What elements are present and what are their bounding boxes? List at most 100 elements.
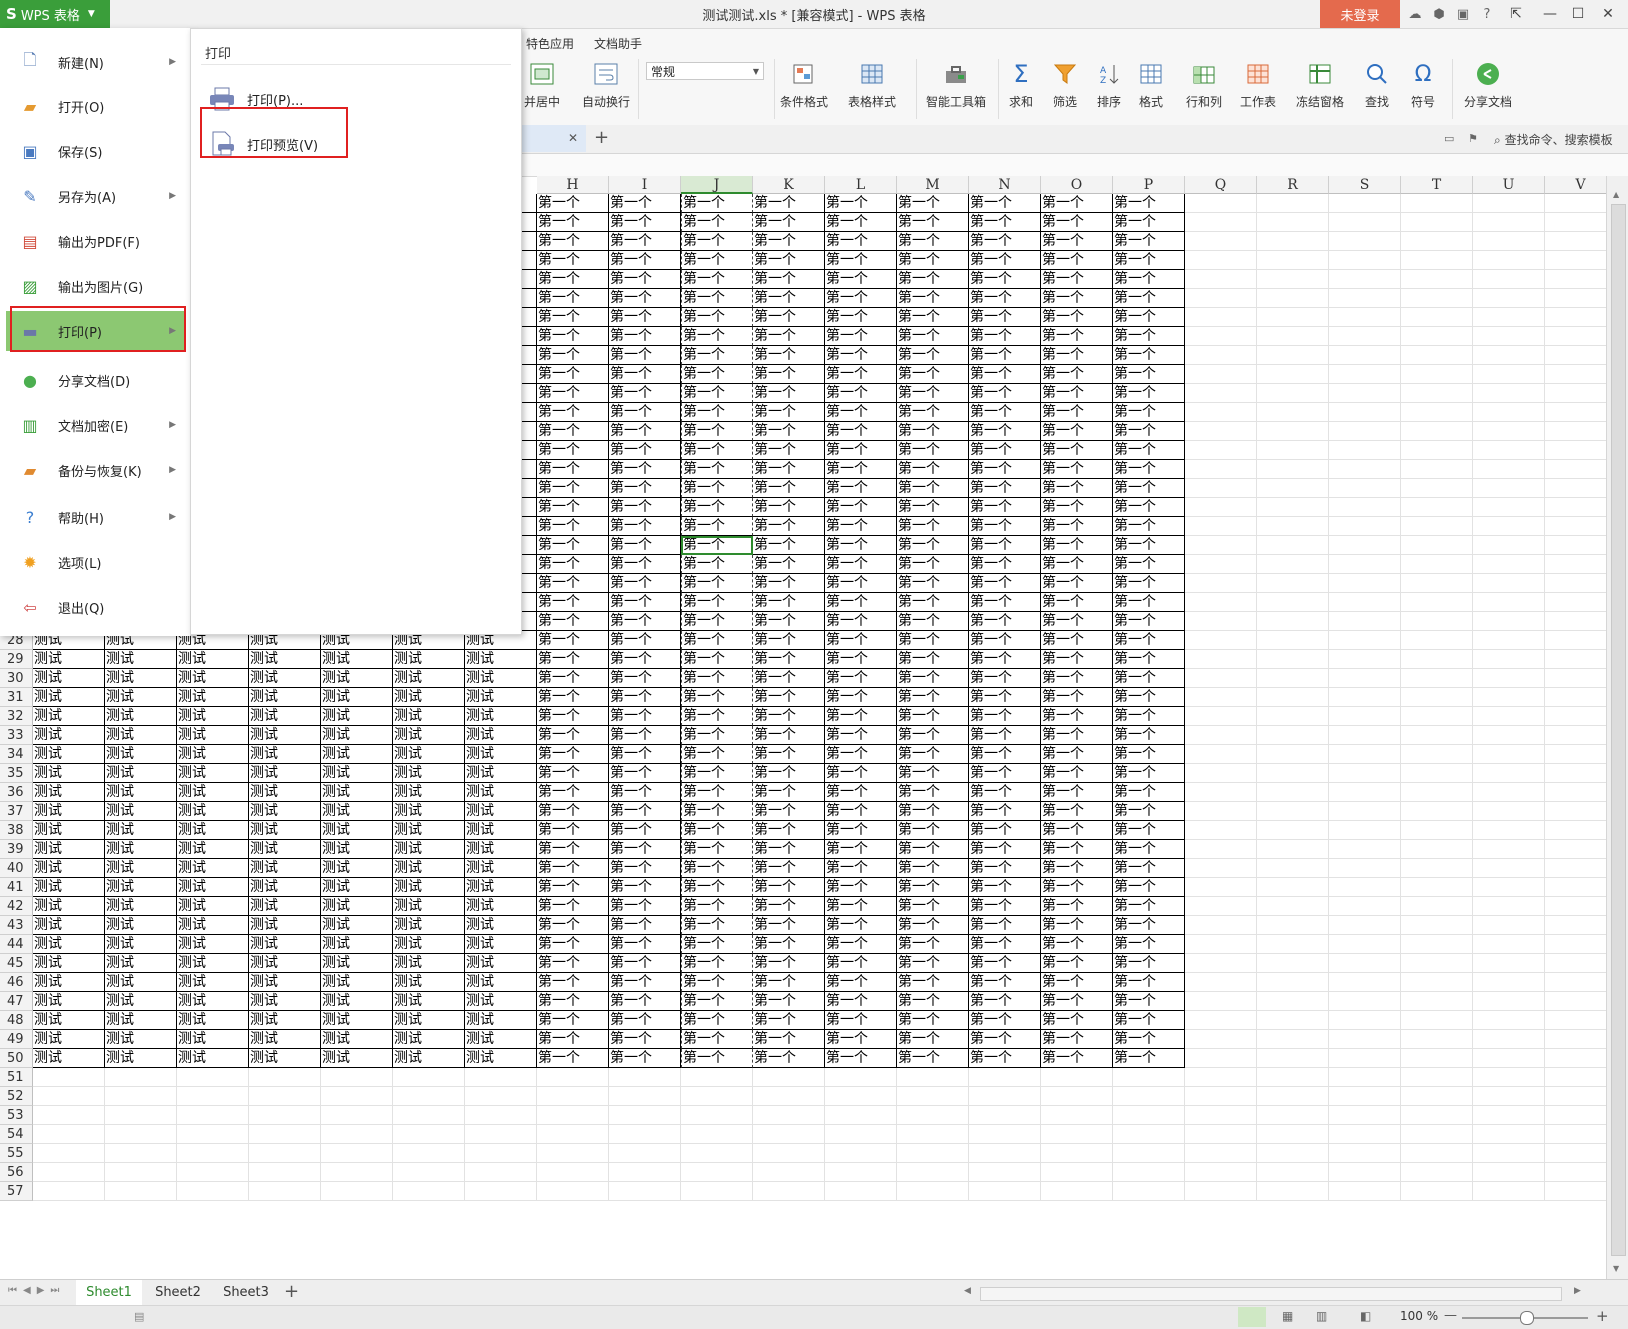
table-cell[interactable]: 第一个 xyxy=(753,840,825,859)
table-cell[interactable]: 测试 xyxy=(321,935,393,954)
table-cell[interactable]: 测试 xyxy=(321,916,393,935)
table-cell[interactable]: 第一个 xyxy=(753,555,825,574)
table-cell[interactable]: 第一个 xyxy=(825,441,897,460)
empty-cell[interactable] xyxy=(1257,935,1329,954)
table-cell[interactable]: 测试 xyxy=(393,992,465,1011)
empty-cell[interactable] xyxy=(1185,707,1257,726)
empty-cell[interactable] xyxy=(1329,707,1401,726)
empty-cell[interactable] xyxy=(1401,1068,1473,1087)
empty-cell[interactable] xyxy=(1185,213,1257,232)
empty-cell[interactable] xyxy=(1329,726,1401,745)
empty-cell[interactable] xyxy=(1473,821,1545,840)
table-cell[interactable]: 测试 xyxy=(249,916,321,935)
table-cell[interactable]: 测试 xyxy=(105,745,177,764)
table-cell[interactable]: 测试 xyxy=(465,1049,537,1068)
table-cell[interactable]: 测试 xyxy=(465,802,537,821)
empty-cell[interactable] xyxy=(1329,479,1401,498)
empty-cell[interactable] xyxy=(1473,859,1545,878)
table-cell[interactable]: 第一个 xyxy=(1041,536,1113,555)
table-cell[interactable]: 第一个 xyxy=(753,688,825,707)
table-cell[interactable]: 第一个 xyxy=(753,327,825,346)
empty-cell[interactable] xyxy=(1545,1182,1606,1201)
empty-cell[interactable] xyxy=(1329,688,1401,707)
table-cell[interactable]: 测试 xyxy=(105,650,177,669)
table-cell[interactable]: 测试 xyxy=(393,650,465,669)
table-cell[interactable]: 第一个 xyxy=(969,669,1041,688)
table-cell[interactable]: 第一个 xyxy=(1113,1049,1185,1068)
table-cell[interactable]: 第一个 xyxy=(681,821,753,840)
table-cell[interactable]: 第一个 xyxy=(969,935,1041,954)
table-cell[interactable]: 第一个 xyxy=(537,992,609,1011)
table-cell[interactable]: 第一个 xyxy=(537,897,609,916)
table-cell[interactable]: 第一个 xyxy=(537,574,609,593)
empty-cell[interactable] xyxy=(1545,403,1606,422)
empty-cell[interactable] xyxy=(609,1125,681,1144)
table-cell[interactable]: 第一个 xyxy=(1113,745,1185,764)
table-cell[interactable]: 测试 xyxy=(105,897,177,916)
table-cell[interactable]: 测试 xyxy=(105,688,177,707)
table-cell[interactable]: 测试 xyxy=(177,821,249,840)
table-cell[interactable]: 第一个 xyxy=(537,612,609,631)
empty-cell[interactable] xyxy=(1473,346,1545,365)
empty-cell[interactable] xyxy=(1545,1163,1606,1182)
tab-featured-apps[interactable]: 特色应用 xyxy=(526,35,574,52)
table-cell[interactable]: 第一个 xyxy=(753,821,825,840)
table-cell[interactable]: 第一个 xyxy=(825,498,897,517)
table-cell[interactable]: 测试 xyxy=(465,916,537,935)
table-cell[interactable]: 第一个 xyxy=(609,327,681,346)
table-cell[interactable]: 第一个 xyxy=(969,517,1041,536)
menu-item-help-circle[interactable]: ? 帮助(H) ▶ xyxy=(6,497,186,537)
empty-cell[interactable] xyxy=(1473,745,1545,764)
table-cell[interactable]: 第一个 xyxy=(969,764,1041,783)
table-cell[interactable]: 第一个 xyxy=(969,745,1041,764)
table-cell[interactable]: 第一个 xyxy=(1113,1011,1185,1030)
table-cell[interactable]: 第一个 xyxy=(609,441,681,460)
empty-cell[interactable] xyxy=(1401,916,1473,935)
sheet-nav-icons[interactable]: ⏮◀▶⏭ xyxy=(8,1285,65,1296)
table-cell[interactable]: 第一个 xyxy=(825,1030,897,1049)
table-cell[interactable]: 测试 xyxy=(33,897,105,916)
empty-cell[interactable] xyxy=(1473,707,1545,726)
empty-cell[interactable] xyxy=(1329,764,1401,783)
table-cell[interactable]: 第一个 xyxy=(1113,878,1185,897)
empty-cell[interactable] xyxy=(177,1144,249,1163)
menu-item-save-as[interactable]: ✎ 另存为(A) ▶ xyxy=(6,176,186,216)
table-cell[interactable]: 第一个 xyxy=(897,422,969,441)
empty-cell[interactable] xyxy=(1041,1106,1113,1125)
table-cell[interactable]: 测试 xyxy=(33,821,105,840)
table-cell[interactable]: 第一个 xyxy=(1041,897,1113,916)
table-cell[interactable]: 第一个 xyxy=(753,365,825,384)
empty-cell[interactable] xyxy=(1545,859,1606,878)
empty-cell[interactable] xyxy=(1545,422,1606,441)
table-cell[interactable]: 第一个 xyxy=(537,384,609,403)
empty-cell[interactable] xyxy=(1401,213,1473,232)
table-cell[interactable]: 第一个 xyxy=(1041,365,1113,384)
row-header[interactable]: 40 xyxy=(0,859,33,878)
horizontal-scrollbar[interactable] xyxy=(980,1287,1562,1301)
table-cell[interactable]: 第一个 xyxy=(609,555,681,574)
table-cell[interactable]: 第一个 xyxy=(753,783,825,802)
table-cell[interactable]: 测试 xyxy=(33,935,105,954)
table-cell[interactable]: 第一个 xyxy=(825,555,897,574)
table-cell[interactable]: 测试 xyxy=(177,954,249,973)
table-cell[interactable]: 第一个 xyxy=(897,498,969,517)
table-cell[interactable]: 第一个 xyxy=(609,346,681,365)
table-cell[interactable]: 第一个 xyxy=(753,1011,825,1030)
empty-cell[interactable] xyxy=(321,1068,393,1087)
table-cell[interactable]: 第一个 xyxy=(1041,764,1113,783)
table-cell[interactable]: 测试 xyxy=(393,783,465,802)
empty-cell[interactable] xyxy=(1257,460,1329,479)
row-header[interactable]: 37 xyxy=(0,802,33,821)
table-cell[interactable]: 第一个 xyxy=(681,555,753,574)
table-cell[interactable]: 第一个 xyxy=(753,232,825,251)
empty-cell[interactable] xyxy=(105,1182,177,1201)
empty-cell[interactable] xyxy=(1545,992,1606,1011)
table-cell[interactable]: 第一个 xyxy=(897,213,969,232)
table-cell[interactable]: 测试 xyxy=(321,783,393,802)
menu-item-new-file[interactable]: 🗋 新建(N) ▶ xyxy=(6,42,186,82)
empty-cell[interactable] xyxy=(1185,194,1257,213)
empty-cell[interactable] xyxy=(1257,954,1329,973)
table-cell[interactable]: 第一个 xyxy=(969,498,1041,517)
table-cell[interactable]: 第一个 xyxy=(681,707,753,726)
table-cell[interactable]: 第一个 xyxy=(969,1049,1041,1068)
